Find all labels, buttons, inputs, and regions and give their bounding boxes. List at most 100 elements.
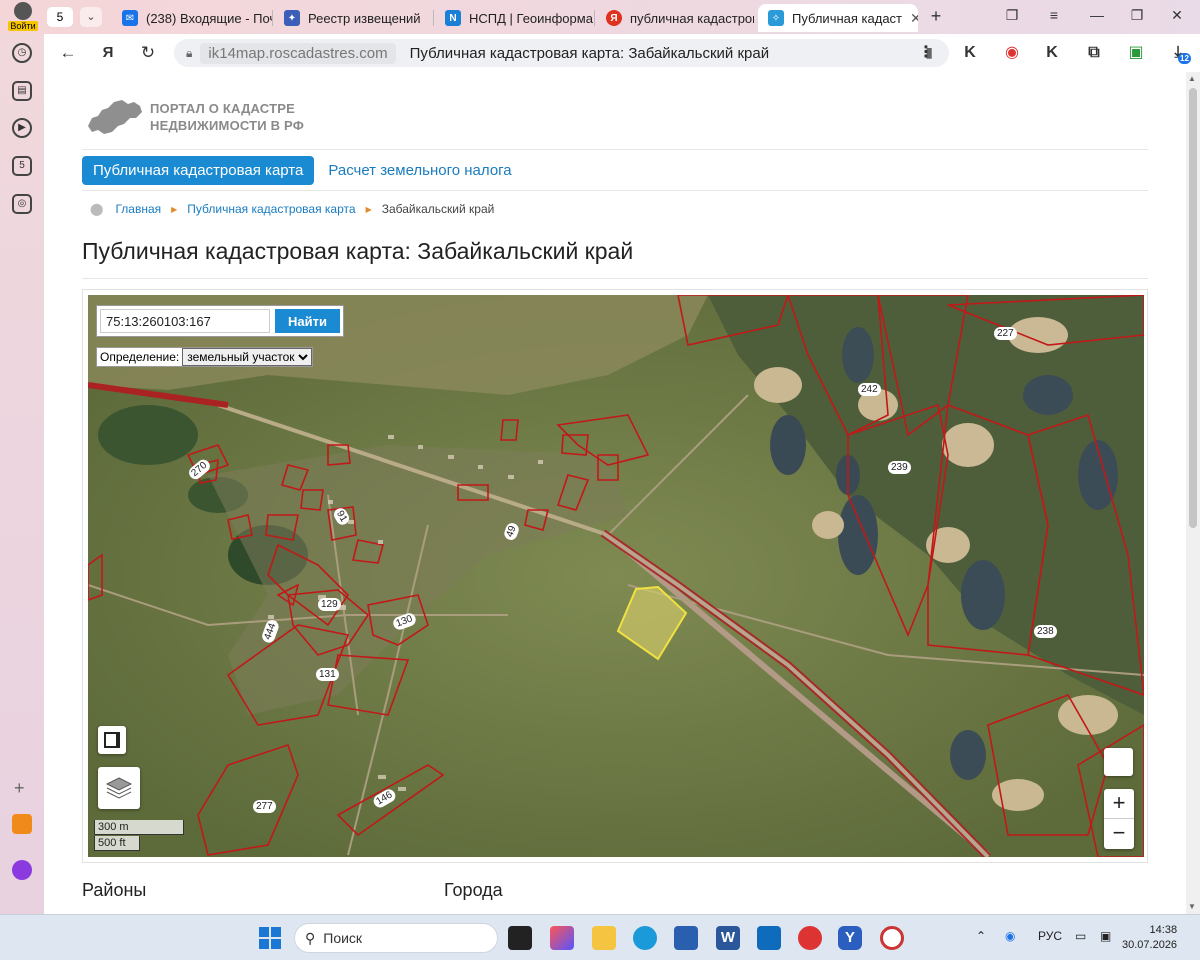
divider bbox=[82, 278, 1148, 279]
page-scrollbar[interactable]: ▲ ▼ bbox=[1186, 72, 1200, 914]
network-icon[interactable]: ▣ bbox=[1100, 929, 1111, 943]
file-explorer-icon[interactable] bbox=[592, 926, 616, 950]
extension-k-icon[interactable]: K bbox=[960, 43, 980, 63]
screenshot-icon[interactable]: ◎ bbox=[12, 194, 32, 214]
yandex-browser-icon[interactable]: Y bbox=[838, 926, 862, 950]
extension-k2-icon[interactable]: K bbox=[1042, 43, 1062, 63]
outlook-icon[interactable] bbox=[757, 926, 781, 950]
scroll-thumb[interactable] bbox=[1189, 88, 1197, 528]
task-view-icon[interactable] bbox=[508, 926, 532, 950]
app-red-icon[interactable] bbox=[798, 926, 822, 950]
site-logo[interactable]: ПОРТАЛ О КАДАСТРЕ НЕДВИЖИМОСТИ В РФ bbox=[84, 96, 304, 138]
tab-cadastral-map-active[interactable]: ✧ Публичная кадаст ✕ bbox=[758, 4, 918, 32]
breadcrumb-arrow-icon: ▶ bbox=[171, 204, 178, 214]
definition-select[interactable]: земельный участок bbox=[182, 348, 313, 366]
tab-registry[interactable]: ✦ Реестр извещений bbox=[274, 4, 432, 32]
parcel-label[interactable]: 227 bbox=[994, 327, 1017, 340]
satellite-imagery bbox=[88, 295, 1144, 857]
main-menu: Публичная кадастровая карта Расчет земел… bbox=[82, 156, 512, 185]
breadcrumb-cadastral-map[interactable]: Публичная кадастровая карта bbox=[187, 202, 355, 216]
parcel-label[interactable]: 239 bbox=[888, 461, 911, 474]
close-window-icon[interactable]: ✕ bbox=[1165, 7, 1189, 24]
history-icon[interactable]: ◷ bbox=[12, 43, 32, 63]
tab-title: Публичная кадаст bbox=[792, 10, 903, 26]
cities-heading: Города bbox=[444, 880, 503, 900]
scroll-up-icon[interactable]: ▲ bbox=[1188, 74, 1196, 83]
tab-title: публичная кадастров bbox=[630, 10, 754, 26]
tab-nspd[interactable]: N НСПД | Геоинформац bbox=[435, 4, 593, 32]
tray-chevron-icon[interactable]: ⌃ bbox=[976, 929, 986, 943]
zoom-out-button[interactable]: − bbox=[1104, 819, 1134, 849]
collections-sidebar-icon[interactable]: ▤ bbox=[12, 81, 32, 101]
address-bar: ← Я ↻ 🔒︎ ik14map.roscadastres.com Публич… bbox=[44, 34, 1200, 72]
logo-line-2: НЕДВИЖИМОСТИ В РФ bbox=[150, 118, 305, 133]
emblem-icon: ✦ bbox=[284, 10, 300, 26]
parcel-label[interactable]: 129 bbox=[318, 598, 341, 611]
parcel-label[interactable]: 277 bbox=[253, 800, 276, 813]
extension-target-icon[interactable]: ◉ bbox=[1002, 43, 1022, 63]
downloads-icon[interactable]: ⤓ 12 bbox=[1168, 43, 1191, 64]
restore-icon[interactable]: ❐ bbox=[1125, 7, 1149, 24]
reload-icon[interactable]: ↻ bbox=[136, 42, 160, 64]
extension-green-icon[interactable]: ▣ bbox=[1126, 43, 1146, 63]
taskbar-search-label: Поиск bbox=[323, 930, 363, 946]
mail-app-icon[interactable] bbox=[12, 814, 32, 834]
login-button[interactable]: Войти bbox=[6, 2, 40, 32]
map-frame: 2709149129444130131277146242239227238 На… bbox=[82, 289, 1148, 863]
definition-label: Определение: bbox=[100, 350, 180, 364]
minimize-icon[interactable]: — bbox=[1085, 7, 1109, 23]
yandex-home-icon[interactable]: Я bbox=[96, 42, 120, 64]
close-tab-icon[interactable]: ✕ bbox=[910, 10, 918, 27]
tray-app-icon[interactable]: ◉ bbox=[1005, 929, 1015, 943]
find-button[interactable]: Найти bbox=[275, 309, 340, 333]
breadcrumb-home[interactable]: Главная bbox=[115, 202, 161, 216]
login-label: Войти bbox=[8, 21, 38, 31]
parcel-label[interactable]: 131 bbox=[316, 668, 339, 681]
display-icon[interactable]: ▭ bbox=[1075, 929, 1086, 943]
tab-title: Реестр извещений bbox=[308, 10, 421, 26]
clock[interactable]: 14:38 30.07.2026 bbox=[1122, 923, 1177, 953]
new-tab-button[interactable]: + bbox=[925, 5, 947, 27]
clock-date: 30.07.2026 bbox=[1122, 939, 1178, 951]
tabs-count-icon[interactable]: 5 bbox=[12, 156, 32, 176]
tab-mail[interactable]: ✉ (238) Входящие - Почт bbox=[112, 4, 272, 32]
video-icon[interactable]: ▶ bbox=[12, 118, 32, 138]
tab-title: НСПД | Геоинформац bbox=[469, 10, 593, 26]
windows-start-icon[interactable] bbox=[258, 926, 282, 950]
layers-button[interactable] bbox=[98, 767, 140, 809]
cadastral-number-input[interactable] bbox=[100, 309, 270, 333]
store-icon[interactable] bbox=[674, 926, 698, 950]
breadcrumb: ⬤ Главная ▶ Публичная кадастровая карта … bbox=[90, 202, 494, 216]
add-sidebar-icon[interactable]: + bbox=[14, 778, 25, 799]
more-options-icon[interactable]: ⋮ bbox=[916, 43, 936, 63]
clock-time: 14:38 bbox=[1149, 924, 1178, 936]
alice-icon[interactable] bbox=[12, 860, 32, 880]
map-tool-button[interactable] bbox=[1104, 748, 1133, 776]
zoom-in-button[interactable]: + bbox=[1104, 789, 1134, 819]
parcel-label[interactable]: 238 bbox=[1034, 625, 1057, 638]
taskbar-search[interactable]: ⚲ Поиск bbox=[294, 923, 498, 953]
edge-icon[interactable] bbox=[633, 926, 657, 950]
cadastral-map[interactable]: 2709149129444130131277146242239227238 На… bbox=[88, 295, 1144, 857]
scale-imperial: 500 ft bbox=[94, 836, 140, 851]
sections: Районы Города bbox=[82, 880, 503, 901]
districts-heading: Районы bbox=[82, 880, 147, 900]
tab-counter[interactable]: 5 bbox=[47, 7, 73, 27]
scroll-down-icon[interactable]: ▼ bbox=[1188, 902, 1196, 911]
app-c-icon[interactable] bbox=[880, 926, 904, 950]
language-indicator[interactable]: РУС bbox=[1038, 929, 1062, 943]
word-icon[interactable]: W bbox=[716, 926, 740, 950]
extension-puzzle-icon[interactable]: ⧉ bbox=[1084, 43, 1104, 63]
menu-land-tax[interactable]: Расчет земельного налога bbox=[328, 162, 511, 179]
menu-cadastral-map[interactable]: Публичная кадастровая карта bbox=[82, 156, 315, 185]
tab-yandex-search[interactable]: Я публичная кадастров bbox=[596, 4, 754, 32]
fullscreen-button[interactable] bbox=[98, 726, 126, 754]
collections-icon[interactable]: ❐ bbox=[1000, 7, 1024, 24]
tabs-dropdown-chevron-icon[interactable]: ⌄ bbox=[80, 7, 102, 27]
url-field[interactable]: 🔒︎ ik14map.roscadastres.com Публичная ка… bbox=[174, 39, 949, 67]
parcel-label[interactable]: 242 bbox=[858, 383, 881, 396]
back-arrow-icon[interactable]: ← bbox=[56, 42, 80, 64]
copilot-icon[interactable] bbox=[550, 926, 574, 950]
url-page-title: Публичная кадастровая карта: Забайкальск… bbox=[409, 44, 770, 62]
menu-icon[interactable]: ≡ bbox=[1042, 7, 1066, 23]
